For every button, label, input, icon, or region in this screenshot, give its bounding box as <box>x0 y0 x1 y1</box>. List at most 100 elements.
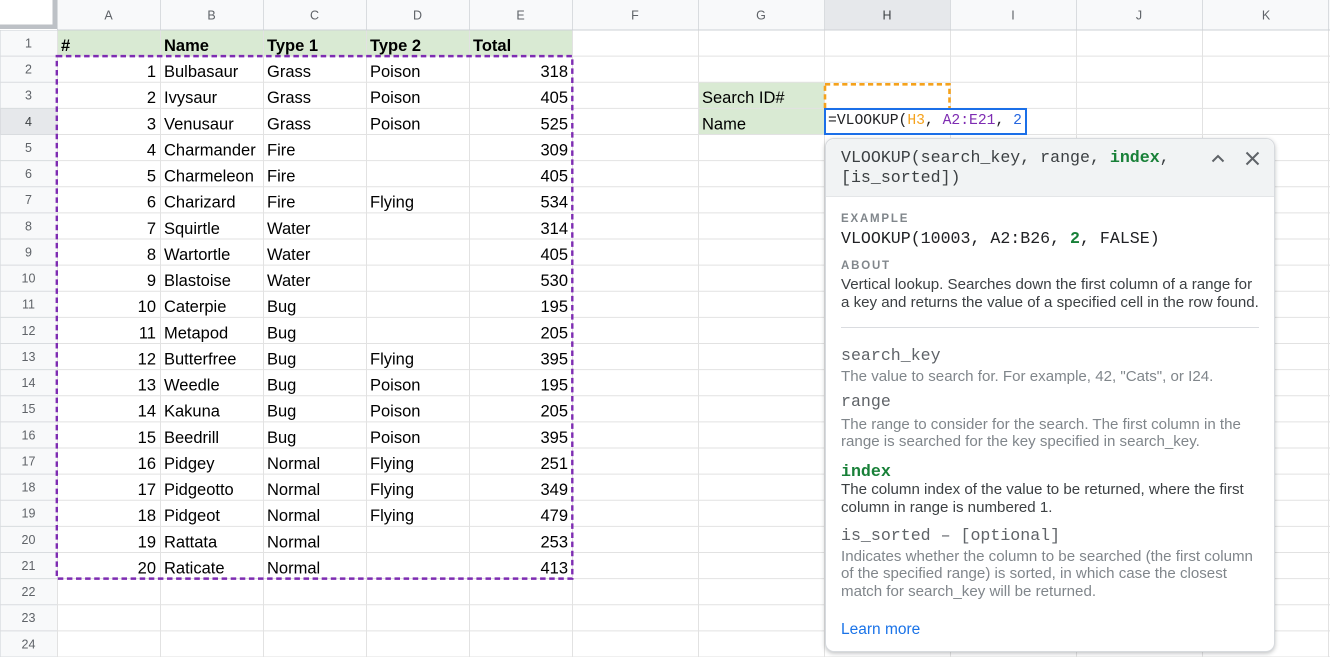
svg-text:Poison: Poison <box>370 115 420 133</box>
svg-text:15: 15 <box>138 429 156 447</box>
svg-text:2: 2 <box>147 89 156 107</box>
svg-text:8: 8 <box>25 219 32 233</box>
svg-text:10: 10 <box>22 272 36 286</box>
svg-text:Blastoise: Blastoise <box>164 272 231 290</box>
svg-text:16: 16 <box>138 455 156 473</box>
svg-text:Poison: Poison <box>370 89 420 107</box>
svg-text:9: 9 <box>25 245 32 259</box>
svg-text:Poison: Poison <box>370 63 420 81</box>
svg-text:534: 534 <box>540 194 568 212</box>
svg-text:16: 16 <box>22 428 36 442</box>
svg-text:Water: Water <box>267 246 311 264</box>
svg-text:J: J <box>1136 9 1142 23</box>
svg-text:309: 309 <box>540 141 568 159</box>
svg-text:Normal: Normal <box>267 481 320 499</box>
svg-text:Bulbasaur: Bulbasaur <box>164 63 239 81</box>
svg-text:F: F <box>631 9 639 23</box>
svg-text:Fire: Fire <box>267 194 295 212</box>
svg-text:Normal: Normal <box>267 507 320 525</box>
svg-text:349: 349 <box>540 481 568 499</box>
svg-text:Water: Water <box>267 220 311 238</box>
svg-text:Fire: Fire <box>267 168 295 186</box>
svg-text:395: 395 <box>540 350 568 368</box>
svg-text:Bug: Bug <box>267 403 296 421</box>
svg-text:19: 19 <box>138 533 156 551</box>
svg-text:6: 6 <box>147 194 156 212</box>
svg-text:253: 253 <box>540 533 568 551</box>
svg-text:525: 525 <box>540 115 568 133</box>
svg-text:195: 195 <box>540 377 568 395</box>
svg-text:Grass: Grass <box>267 89 311 107</box>
svg-text:Caterpie: Caterpie <box>164 298 226 316</box>
svg-text:7: 7 <box>147 220 156 238</box>
svg-text:3: 3 <box>147 115 156 133</box>
svg-text:22: 22 <box>22 585 36 599</box>
svg-text:Bug: Bug <box>267 298 296 316</box>
svg-text:Charmeleon: Charmeleon <box>164 168 254 186</box>
svg-text:Rattata: Rattata <box>164 533 218 551</box>
svg-text:4: 4 <box>25 115 32 129</box>
svg-text:395: 395 <box>540 429 568 447</box>
svg-text:195: 195 <box>540 298 568 316</box>
svg-text:Normal: Normal <box>267 559 320 577</box>
svg-text:251: 251 <box>540 455 568 473</box>
svg-text:14: 14 <box>138 403 156 421</box>
svg-text:20: 20 <box>22 533 36 547</box>
svg-text:6: 6 <box>25 167 32 181</box>
svg-text:Water: Water <box>267 272 311 290</box>
svg-text:Poison: Poison <box>370 377 420 395</box>
svg-text:405: 405 <box>540 246 568 264</box>
svg-text:Flying: Flying <box>370 194 414 212</box>
svg-text:19: 19 <box>22 507 36 521</box>
svg-text:Pidgey: Pidgey <box>164 455 215 473</box>
svg-text:Grass: Grass <box>267 63 311 81</box>
svg-text:Wartortle: Wartortle <box>164 246 230 264</box>
svg-text:Type 2: Type 2 <box>370 37 421 55</box>
svg-text:Bug: Bug <box>267 377 296 395</box>
svg-text:13: 13 <box>22 350 36 364</box>
svg-text:Bug: Bug <box>267 429 296 447</box>
svg-text:9: 9 <box>147 272 156 290</box>
svg-text:24: 24 <box>22 637 36 651</box>
svg-text:2: 2 <box>25 63 32 77</box>
svg-text:A: A <box>104 9 113 23</box>
svg-text:15: 15 <box>22 402 36 416</box>
svg-text:10: 10 <box>138 298 156 316</box>
svg-text:H: H <box>882 9 891 23</box>
svg-text:Normal: Normal <box>267 533 320 551</box>
svg-text:Pidgeot: Pidgeot <box>164 507 220 525</box>
svg-text:314: 314 <box>540 220 568 238</box>
svg-text:Grass: Grass <box>267 115 311 133</box>
svg-text:Butterfree: Butterfree <box>164 350 236 368</box>
svg-text:Poison: Poison <box>370 429 420 447</box>
svg-text:413: 413 <box>540 559 568 577</box>
svg-text:D: D <box>413 9 422 23</box>
svg-text:405: 405 <box>540 89 568 107</box>
svg-text:Pidgeotto: Pidgeotto <box>164 481 234 499</box>
svg-text:K: K <box>1262 9 1271 23</box>
svg-text:18: 18 <box>138 507 156 525</box>
svg-text:3: 3 <box>25 89 32 103</box>
svg-text:Name: Name <box>164 37 209 55</box>
svg-text:Kakuna: Kakuna <box>164 403 221 421</box>
svg-text:11: 11 <box>139 324 156 342</box>
svg-text:Total: Total <box>473 37 511 55</box>
svg-text:Type 1: Type 1 <box>267 37 318 55</box>
svg-text:Poison: Poison <box>370 403 420 421</box>
svg-text:Flying: Flying <box>370 507 414 525</box>
svg-text:Bug: Bug <box>267 324 296 342</box>
svg-text:Bug: Bug <box>267 350 296 368</box>
svg-text:23: 23 <box>22 611 36 625</box>
svg-text:18: 18 <box>22 481 36 495</box>
svg-text:12: 12 <box>138 350 156 368</box>
svg-text:21: 21 <box>22 559 36 573</box>
svg-text:Venusaur: Venusaur <box>164 115 234 133</box>
svg-text:C: C <box>310 9 319 23</box>
svg-text:1: 1 <box>25 36 32 50</box>
svg-text:20: 20 <box>138 559 156 577</box>
svg-text:8: 8 <box>147 246 156 264</box>
svg-text:Flying: Flying <box>370 455 414 473</box>
svg-text:12: 12 <box>22 324 36 338</box>
svg-text:I: I <box>1011 9 1014 23</box>
svg-text:E: E <box>516 9 524 23</box>
